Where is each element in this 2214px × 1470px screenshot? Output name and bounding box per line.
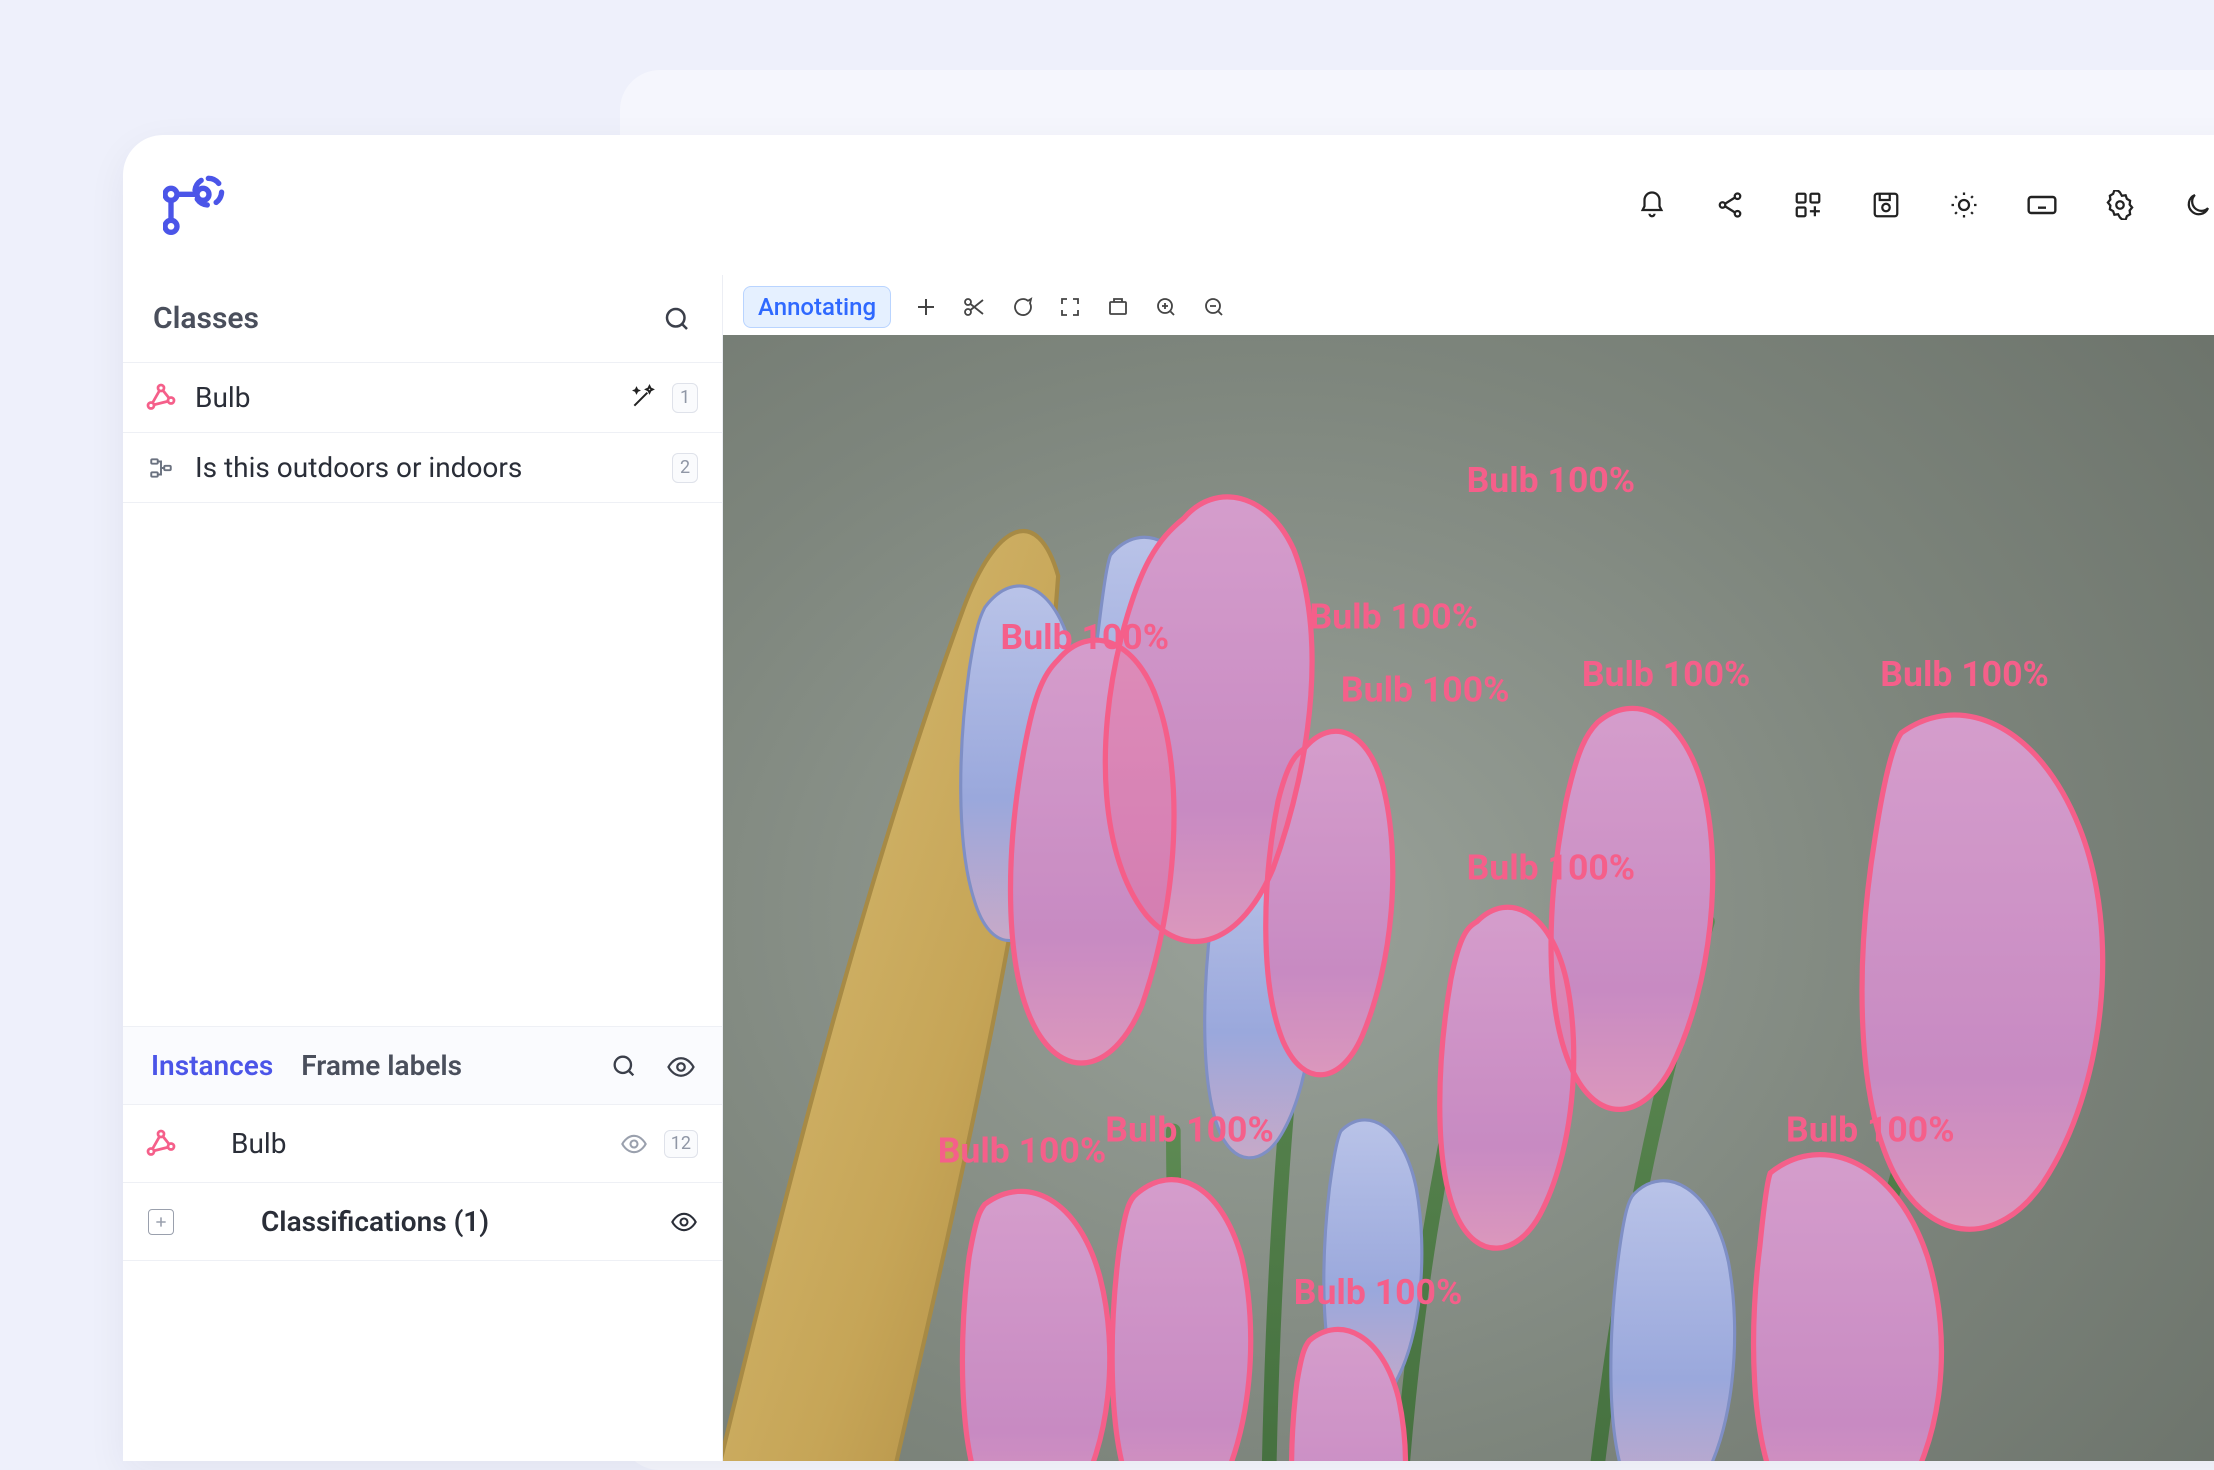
class-row-classification[interactable]: Is this outdoors or indoors 2 bbox=[123, 433, 722, 503]
save-icon[interactable] bbox=[1870, 189, 1902, 221]
instance-count: 12 bbox=[664, 1130, 698, 1158]
brightness-icon[interactable] bbox=[1948, 189, 1980, 221]
topbar-actions bbox=[1636, 189, 2214, 221]
keyboard-icon[interactable] bbox=[2026, 189, 2058, 221]
annotation-label: Bulb 100% bbox=[1880, 653, 2049, 695]
tab-instances[interactable]: Instances bbox=[151, 1049, 273, 1082]
instances-tabs: Instances Frame labels bbox=[123, 1026, 722, 1105]
fit-icon[interactable] bbox=[1105, 294, 1131, 320]
annotation-label: Bulb 100% bbox=[1105, 1108, 1274, 1150]
canvas-area: Annotating bbox=[723, 275, 2214, 1461]
annotation-label: Bulb 100% bbox=[1341, 669, 1510, 711]
expand-icon[interactable] bbox=[145, 1206, 177, 1238]
sidebar: Classes Bulb bbox=[123, 275, 723, 1461]
magic-wand-icon[interactable] bbox=[630, 384, 658, 412]
app-window: Classes Bulb bbox=[123, 135, 2214, 1461]
annotation-label: Bulb 100% bbox=[1294, 1271, 1463, 1313]
class-hotkey: 1 bbox=[672, 383, 698, 413]
app-logo bbox=[159, 169, 231, 241]
instance-label: Bulb bbox=[231, 1127, 602, 1160]
grid-add-icon[interactable] bbox=[1792, 189, 1824, 221]
fullscreen-icon[interactable] bbox=[1057, 294, 1083, 320]
annotation-polygon[interactable] bbox=[1112, 1180, 1251, 1461]
scissors-icon[interactable] bbox=[961, 294, 987, 320]
annotation-label: Bulb 100% bbox=[1467, 847, 1636, 889]
search-instances-icon[interactable] bbox=[610, 1052, 638, 1080]
notifications-icon[interactable] bbox=[1636, 189, 1668, 221]
status-chip: Annotating bbox=[743, 286, 891, 328]
instance-row-bulb[interactable]: Bulb 12 bbox=[123, 1105, 722, 1183]
classes-list: Bulb 1 Is this outdoors or indoors bbox=[123, 362, 722, 503]
annotation-label: Bulb 100% bbox=[938, 1129, 1107, 1171]
classes-title: Classes bbox=[153, 301, 259, 336]
zoom-out-icon[interactable] bbox=[1201, 294, 1227, 320]
annotation-label: Bulb 100% bbox=[1582, 653, 1751, 695]
tab-frame-labels[interactable]: Frame labels bbox=[301, 1049, 462, 1082]
annotation-label: Bulb 100% bbox=[1310, 595, 1479, 637]
add-icon[interactable] bbox=[913, 294, 939, 320]
zoom-in-icon[interactable] bbox=[1153, 294, 1179, 320]
class-label: Is this outdoors or indoors bbox=[195, 451, 654, 484]
annotation-label: Bulb 100% bbox=[1467, 459, 1636, 501]
polygon-icon bbox=[145, 1128, 177, 1160]
polygon-icon bbox=[145, 382, 177, 414]
settings-icon[interactable] bbox=[2104, 189, 2136, 221]
class-hotkey: 2 bbox=[672, 453, 698, 483]
dark-mode-icon[interactable] bbox=[2182, 189, 2214, 221]
image-canvas[interactable]: Bulb 100%Bulb 100%Bulb 100%Bulb 100%Bulb… bbox=[723, 335, 2214, 1461]
comment-icon[interactable] bbox=[1009, 294, 1035, 320]
annotation-label: Bulb 100% bbox=[1786, 1108, 1955, 1150]
class-label: Bulb bbox=[195, 381, 612, 414]
topbar bbox=[123, 135, 2214, 275]
annotation-label: Bulb 100% bbox=[1001, 616, 1170, 658]
visibility-all-icon[interactable] bbox=[666, 1052, 694, 1080]
visibility-icon[interactable] bbox=[620, 1130, 648, 1158]
classifications-label: Classifications (1) bbox=[261, 1205, 652, 1238]
share-icon[interactable] bbox=[1714, 189, 1746, 221]
classifications-row[interactable]: Classifications (1) bbox=[123, 1183, 722, 1261]
canvas-toolbar: Annotating bbox=[743, 275, 2214, 339]
visibility-icon[interactable] bbox=[670, 1208, 698, 1236]
search-classes-icon[interactable] bbox=[662, 304, 692, 334]
classes-header: Classes bbox=[123, 275, 722, 362]
class-row-bulb[interactable]: Bulb 1 bbox=[123, 363, 722, 433]
classification-icon bbox=[145, 452, 177, 484]
